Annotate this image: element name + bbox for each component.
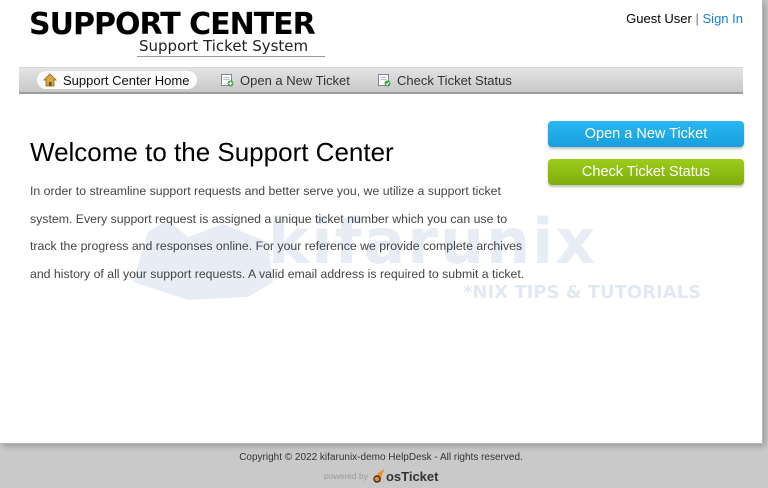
home-icon: [43, 73, 57, 87]
open-new-ticket-button[interactable]: Open a New Ticket: [548, 121, 744, 147]
logo-subtitle: Support Ticket System: [139, 37, 309, 55]
ticket-status-icon: [377, 73, 391, 87]
user-bar-separator: |: [695, 11, 699, 26]
logo-underline: [137, 56, 325, 57]
nav-item-home-label: Support Center Home: [63, 72, 190, 88]
site-logo[interactable]: SUPPORT CENTER Support Ticket System: [29, 9, 325, 57]
intro-text: In order to streamline support requests …: [30, 184, 525, 281]
footer: Copyright © 2022 kifarunix-demo HelpDesk…: [0, 452, 762, 484]
osticket-brand: osTicket: [385, 468, 439, 484]
copyright-text: Copyright © 2022 kifarunix-demo HelpDesk…: [239, 452, 523, 463]
powered-by-label: powered by: [324, 471, 368, 481]
nav-item-home[interactable]: Support Center Home: [37, 71, 198, 89]
osticket-logo-icon: [373, 469, 385, 483]
user-bar: Guest User | Sign In: [626, 11, 743, 26]
new-ticket-icon: [220, 73, 234, 87]
nav-item-check-status[interactable]: Check Ticket Status: [371, 71, 520, 89]
page-container: SUPPORT CENTER Support Ticket System Gue…: [0, 0, 763, 444]
guest-user-label: Guest User: [626, 11, 692, 26]
page-title: Welcome to the Support Center: [30, 137, 394, 167]
osticket-logo: osTicket: [372, 468, 439, 484]
nav-item-check-status-label: Check Ticket Status: [397, 72, 512, 88]
main-nav: Support Center Home Open a New Ticket Ch…: [19, 67, 743, 94]
check-ticket-status-button[interactable]: Check Ticket Status: [548, 159, 744, 185]
sign-in-link[interactable]: Sign In: [703, 11, 743, 26]
powered-by[interactable]: powered by osTicket: [324, 468, 438, 484]
nav-item-new-ticket-label: Open a New Ticket: [240, 72, 350, 88]
nav-item-new-ticket[interactable]: Open a New Ticket: [214, 71, 358, 89]
